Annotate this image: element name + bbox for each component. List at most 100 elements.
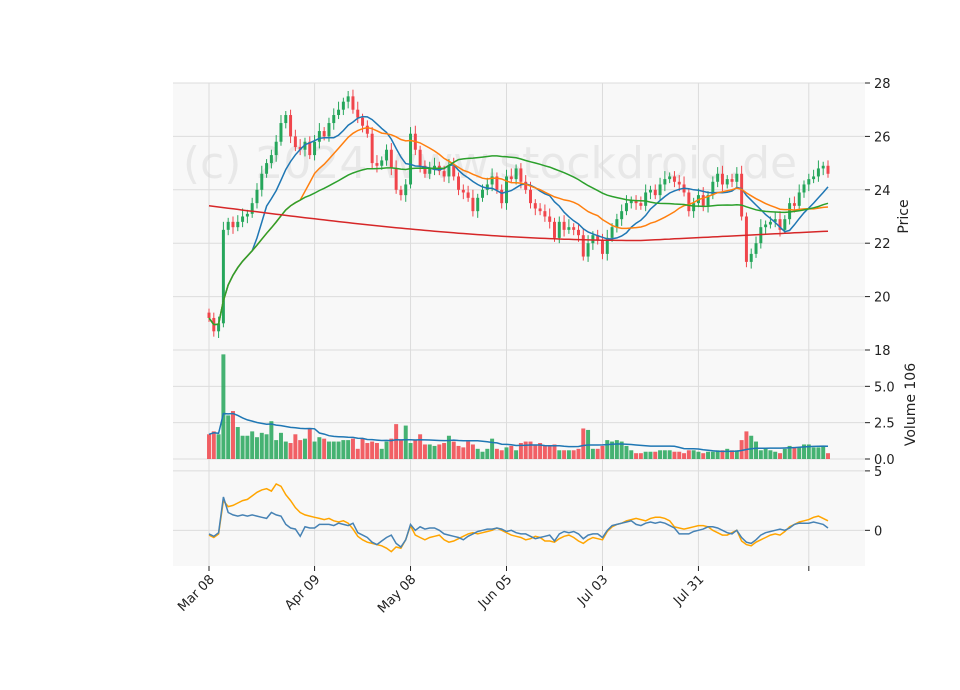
price-tick-label-0: 18 bbox=[874, 344, 891, 359]
candle-body-65 bbox=[519, 168, 523, 182]
volume-bar-104 bbox=[706, 451, 711, 459]
candle-body-39 bbox=[394, 168, 398, 190]
volume-bar-114 bbox=[754, 441, 759, 459]
volume-bar-101 bbox=[691, 450, 696, 459]
candle-body-46 bbox=[428, 168, 432, 174]
volume-bar-81 bbox=[595, 448, 600, 459]
candle-body-82 bbox=[600, 240, 604, 254]
volume-bar-23 bbox=[317, 437, 322, 459]
volume-bar-20 bbox=[302, 438, 307, 459]
volume-bar-128 bbox=[821, 445, 826, 459]
candle-body-128 bbox=[821, 165, 825, 169]
volume-bar-74 bbox=[562, 450, 567, 459]
candle-body-107 bbox=[720, 173, 724, 185]
candle-body-124 bbox=[802, 184, 806, 193]
volume-bar-3 bbox=[221, 354, 226, 459]
candle-body-94 bbox=[658, 184, 662, 196]
candle-body-123 bbox=[797, 192, 801, 206]
price-tick-label-4: 26 bbox=[874, 130, 891, 145]
candle-body-61 bbox=[500, 189, 504, 204]
candle-body-44 bbox=[418, 149, 422, 166]
volume-bar-85 bbox=[614, 440, 619, 459]
volume-bar-36 bbox=[379, 448, 384, 459]
candle-body-7 bbox=[241, 216, 245, 222]
volume-tick-label-2: 5.0 bbox=[874, 380, 895, 395]
candle-body-58 bbox=[485, 184, 489, 190]
chart-canvas: (c) 2024 www.stockdroid.de 1820222426280… bbox=[173, 77, 919, 616]
volume-bar-7 bbox=[240, 435, 245, 459]
candle-body-57 bbox=[481, 189, 484, 198]
volume-bar-33 bbox=[365, 443, 370, 459]
candle-body-15 bbox=[279, 123, 283, 142]
volume-bar-116 bbox=[763, 448, 768, 459]
candle-body-52 bbox=[457, 176, 461, 190]
candle-body-5 bbox=[231, 221, 235, 228]
candle-body-10 bbox=[255, 189, 259, 204]
candle-body-56 bbox=[476, 197, 480, 212]
volume-bar-26 bbox=[331, 441, 336, 459]
candle-body-37 bbox=[385, 149, 389, 161]
indicator-tick-label-0: 0 bbox=[874, 524, 882, 539]
candle-body-108 bbox=[725, 179, 729, 185]
volume-bar-2 bbox=[216, 434, 221, 459]
volume-bar-50 bbox=[446, 435, 451, 459]
candle-body-17 bbox=[289, 115, 293, 137]
candle-body-18 bbox=[293, 136, 297, 148]
candle-body-98 bbox=[677, 181, 681, 185]
candle-body-29 bbox=[346, 96, 350, 102]
volume-bar-100 bbox=[686, 450, 691, 459]
volume-bar-88 bbox=[629, 450, 634, 459]
volume-bar-27 bbox=[336, 441, 341, 459]
volume-bar-113 bbox=[749, 435, 754, 459]
volume-bar-83 bbox=[605, 440, 610, 459]
candle-body-77 bbox=[576, 229, 580, 236]
volume-bar-76 bbox=[571, 450, 576, 459]
volume-bar-53 bbox=[461, 447, 466, 459]
volume-bar-6 bbox=[235, 427, 240, 459]
candle-body-126 bbox=[812, 176, 816, 180]
volume-bar-45 bbox=[422, 444, 427, 459]
price-tick-label-5: 28 bbox=[874, 77, 891, 92]
volume-bar-37 bbox=[384, 441, 389, 459]
volume-bar-22 bbox=[312, 441, 317, 459]
price-axis-title: Price bbox=[896, 199, 912, 233]
candle-body-25 bbox=[327, 123, 331, 137]
volume-bar-63 bbox=[509, 445, 514, 459]
volume-bar-38 bbox=[389, 438, 394, 459]
candle-body-9 bbox=[250, 203, 254, 214]
volume-bar-51 bbox=[451, 441, 456, 459]
candle-body-112 bbox=[744, 216, 748, 262]
x-tick-label-3: Jun 05 bbox=[475, 572, 515, 612]
volume-bar-108 bbox=[725, 448, 730, 459]
volume-bar-11 bbox=[259, 432, 264, 459]
volume-bar-56 bbox=[475, 448, 480, 459]
volume-bar-117 bbox=[768, 450, 773, 459]
candle-body-90 bbox=[639, 203, 643, 206]
volume-bar-48 bbox=[437, 444, 442, 459]
volume-bar-80 bbox=[590, 448, 595, 459]
panel-background-0 bbox=[173, 83, 865, 350]
volume-bar-94 bbox=[658, 450, 663, 459]
candle-body-51 bbox=[452, 165, 456, 177]
volume-bar-34 bbox=[370, 441, 375, 459]
volume-bar-41 bbox=[403, 425, 408, 459]
candle-body-125 bbox=[807, 179, 811, 185]
candle-body-34 bbox=[370, 133, 374, 164]
candle-body-22 bbox=[313, 141, 317, 156]
candle-body-86 bbox=[620, 211, 624, 220]
candle-body-23 bbox=[317, 131, 321, 142]
candle-body-49 bbox=[442, 171, 446, 177]
candle-body-71 bbox=[548, 216, 552, 222]
x-tick-label-5: Jul 31 bbox=[670, 572, 707, 609]
candle-body-111 bbox=[740, 173, 744, 217]
candle-body-13 bbox=[269, 155, 273, 164]
candle-body-72 bbox=[553, 221, 556, 238]
volume-bar-17 bbox=[288, 443, 293, 459]
price-tick-label-2: 22 bbox=[874, 237, 891, 252]
volume-bar-14 bbox=[274, 440, 279, 459]
candle-body-80 bbox=[591, 235, 595, 244]
candle-body-36 bbox=[380, 160, 384, 166]
candle-body-91 bbox=[644, 192, 648, 206]
volume-bar-29 bbox=[346, 440, 351, 459]
volume-bar-118 bbox=[773, 451, 778, 459]
